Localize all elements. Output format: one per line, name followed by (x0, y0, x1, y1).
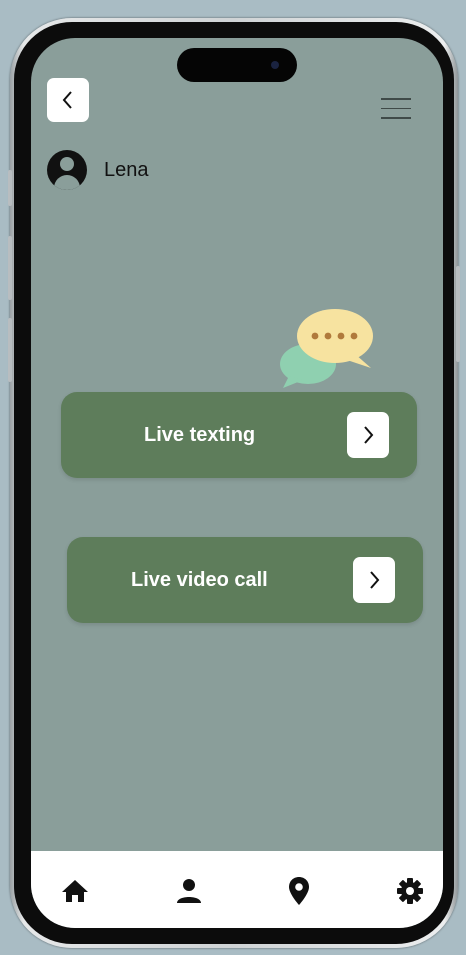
app-screen: Lena Live texting Live video call (31, 38, 443, 928)
live-texting-card[interactable]: Live texting (61, 392, 417, 478)
user-name: Lena (104, 158, 149, 181)
user-profile[interactable]: Lena (47, 150, 149, 190)
mute-switch (8, 170, 12, 206)
user-avatar-icon (47, 150, 87, 190)
power-button (456, 266, 460, 362)
chat-bubbles-icon (280, 309, 373, 388)
dynamic-island (177, 48, 297, 82)
menu-button[interactable] (381, 98, 411, 120)
tab-profile[interactable] (173, 875, 205, 907)
volume-up-button (8, 236, 12, 300)
live-texting-label: Live texting (144, 424, 256, 446)
back-button[interactable] (47, 78, 89, 122)
live-video-call-open-button[interactable] (353, 557, 395, 603)
tab-settings[interactable] (394, 875, 426, 907)
chevron-left-icon (62, 91, 72, 109)
location-pin-icon (289, 877, 309, 905)
tab-home[interactable] (59, 875, 91, 907)
chevron-right-icon (370, 571, 380, 589)
hamburger-menu-icon (381, 98, 411, 100)
tab-location[interactable] (283, 875, 315, 907)
live-video-call-card[interactable]: Live video call (67, 537, 423, 623)
live-video-call-label: Live video call (131, 569, 268, 591)
volume-down-button (8, 318, 12, 382)
person-icon (177, 879, 201, 903)
chevron-right-icon (364, 426, 374, 444)
live-texting-open-button[interactable] (347, 412, 389, 458)
home-icon (62, 880, 88, 902)
bottom-tab-bar (31, 851, 443, 928)
gear-icon (397, 878, 423, 904)
